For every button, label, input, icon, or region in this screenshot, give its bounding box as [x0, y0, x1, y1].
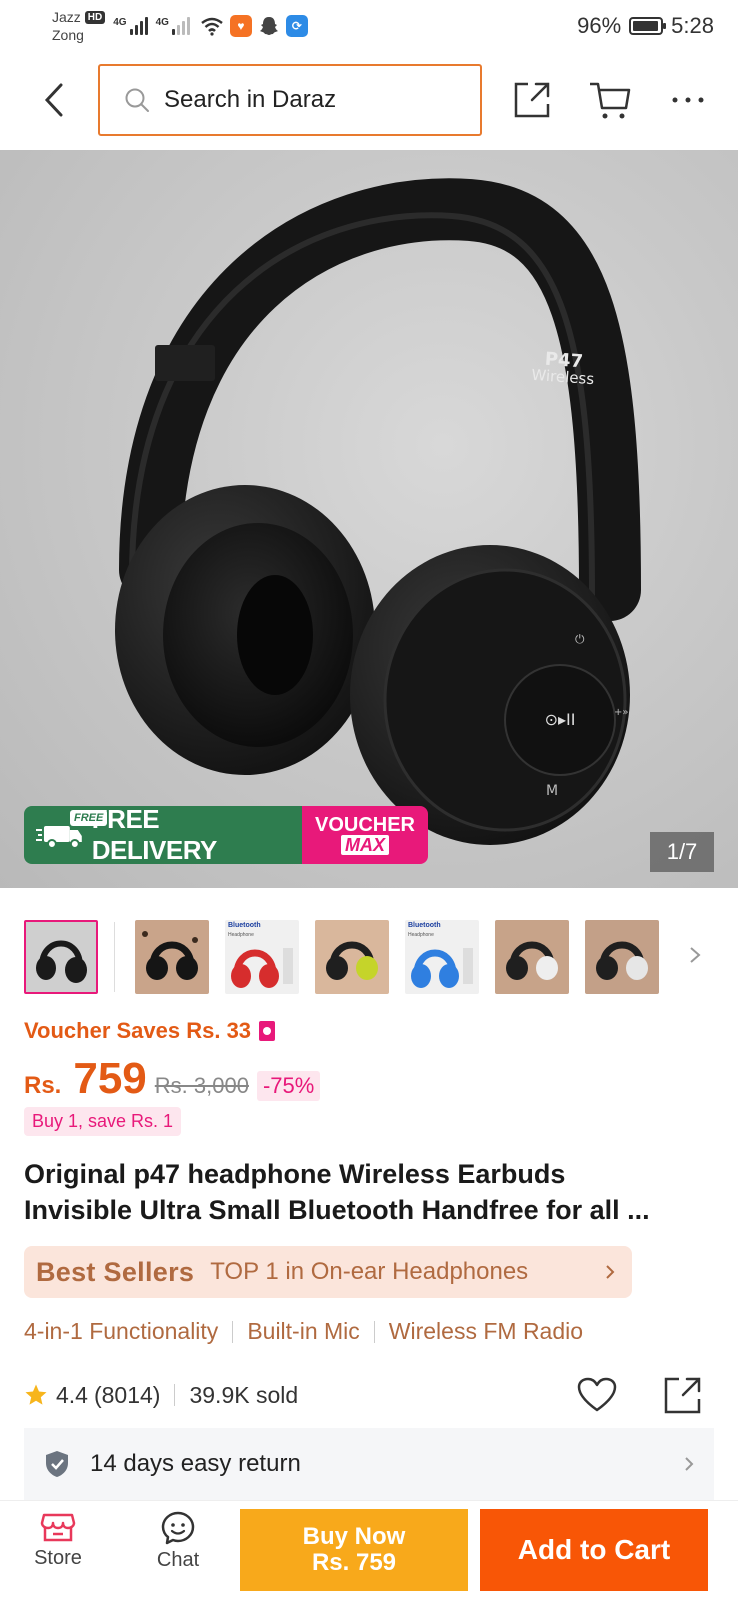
rating-row: 4.4 (8014) 39.9K sold	[24, 1374, 714, 1416]
thumbnail[interactable]: Bluetooth Headphone	[405, 920, 479, 994]
svg-text:⏻: ⏻	[575, 632, 585, 646]
battery-icon	[629, 17, 667, 35]
thumbnail[interactable]	[585, 920, 659, 994]
share-icon	[664, 1377, 701, 1414]
chat-icon	[161, 1511, 195, 1545]
free-delivery-text: FREE DELIVERY	[91, 806, 218, 864]
add-to-cart-button[interactable]: Add to Cart	[480, 1509, 708, 1591]
thumbnail-strip: Bluetooth Headphone Bluetooth Headphone	[24, 918, 714, 996]
headphone-image: ⊙▸II M ⏻ +»	[115, 178, 641, 845]
more-button[interactable]	[664, 76, 712, 124]
buy-now-price: Rs. 759	[311, 1549, 397, 1576]
free-delivery-badge: FREE FREE DELIVERY	[24, 806, 302, 864]
store-label: Store	[34, 1547, 82, 1569]
delivery-voucher-banner: FREE FREE DELIVERY VOUCHER MAX	[24, 806, 428, 864]
discount-badge: -75%	[256, 1071, 321, 1101]
daraz-app-icon: ♥	[229, 15, 252, 37]
back-button[interactable]	[34, 80, 74, 120]
price-currency: Rs.	[24, 1072, 62, 1099]
svg-text:+»: +»	[614, 707, 629, 718]
feature-item: Wireless FM Radio	[388, 1318, 584, 1344]
product-image-carousel[interactable]: ⊙▸II M ⏻ +» P47 Wireless FREE FREE DELIV…	[0, 150, 738, 888]
snapchat-icon	[259, 17, 278, 35]
search-icon	[125, 88, 149, 112]
wishlist-button[interactable]	[576, 1374, 618, 1416]
best-sellers-label: Best Sellers	[36, 1256, 195, 1287]
status-bar: Jazz HD Zong 4G 4G ♥ ⟳ 96% 5:28	[0, 0, 738, 52]
search-input[interactable]: Search in Daraz	[98, 64, 482, 136]
search-placeholder: Search in Daraz	[164, 86, 337, 113]
current-price: 759	[73, 1054, 147, 1103]
more-icon	[672, 97, 704, 103]
cart-icon	[590, 82, 631, 119]
share-button[interactable]	[508, 76, 556, 124]
signal-icon-1: 4G	[113, 17, 148, 35]
clock: 5:28	[671, 13, 714, 38]
store-button[interactable]: Store	[30, 1511, 86, 1570]
chevron-right-icon	[690, 947, 701, 963]
chevron-right-icon	[685, 1457, 694, 1471]
price-row: Rs. 759 Rs. 3,000 -75%	[24, 1054, 321, 1104]
shield-icon	[46, 1451, 68, 1477]
hd-badge: HD	[84, 10, 106, 24]
bottom-action-bar: Store Chat Buy Now Rs. 759 Add to Cart	[0, 1500, 738, 1600]
thumbnail[interactable]	[315, 920, 389, 994]
thumbnail[interactable]	[495, 920, 569, 994]
image-counter: 1/7	[650, 832, 714, 872]
best-sellers-banner[interactable]: Best Sellers TOP 1 in On-ear Headphones	[24, 1246, 632, 1298]
share-icon	[514, 82, 550, 118]
original-price: Rs. 3,000	[154, 1073, 249, 1098]
voucher-max-badge: VOUCHER MAX	[302, 806, 428, 864]
battery-percent: 96%	[577, 13, 622, 38]
shareit-app-icon: ⟳	[285, 15, 308, 37]
thumbnail[interactable]	[24, 920, 98, 994]
svg-text:⊙▸II: ⊙▸II	[545, 710, 576, 729]
best-sellers-rank: TOP 1 in On-ear Headphones	[210, 1258, 529, 1285]
buy-save-badge: Buy 1, save Rs. 1	[24, 1107, 182, 1136]
svg-text:M: M	[546, 783, 558, 799]
top-header: Search in Daraz	[0, 58, 738, 140]
carrier-name-1: Jazz	[52, 9, 81, 25]
thumbnail[interactable]: Bluetooth Headphone	[225, 920, 299, 994]
carrier-info: Jazz HD Zong	[52, 8, 106, 44]
chevron-right-icon	[600, 1262, 620, 1282]
buy-now-button[interactable]: Buy Now Rs. 759	[240, 1509, 468, 1591]
chat-label: Chat	[156, 1549, 200, 1571]
cart-button[interactable]	[586, 76, 634, 124]
rating-count[interactable]: (8014)	[94, 1382, 160, 1409]
voucher-saves[interactable]: Voucher Saves Rs. 33	[24, 1018, 276, 1044]
wifi-icon	[201, 17, 223, 36]
feature-highlights: 4-in-1 Functionality Built-in Mic Wirele…	[24, 1318, 583, 1345]
star-icon	[25, 1384, 47, 1405]
chat-button[interactable]: Chat	[148, 1511, 208, 1572]
model-label: P47 Wireless	[530, 348, 595, 389]
thumbnails-next-button[interactable]	[680, 940, 710, 970]
return-policy-row[interactable]: 14 days easy return	[24, 1428, 714, 1500]
feature-item: Built-in Mic	[247, 1318, 360, 1344]
carrier-name-2: Zong	[52, 27, 84, 43]
voucher-saves-text: Voucher Saves Rs. 33	[24, 1018, 252, 1043]
rating-value[interactable]: 4.4	[56, 1382, 88, 1409]
signal-icon-2: 4G	[156, 17, 190, 35]
chevron-left-icon	[44, 83, 63, 117]
free-badge: FREE	[70, 810, 108, 826]
feature-item: 4-in-1 Functionality	[24, 1318, 219, 1344]
share-product-button[interactable]	[662, 1374, 704, 1416]
buy-now-label: Buy Now	[302, 1523, 406, 1550]
return-policy-text: 14 days easy return	[90, 1450, 301, 1477]
thumbnail[interactable]	[135, 920, 209, 994]
product-title: Original p47 headphone Wireless Earbuds …	[24, 1159, 650, 1225]
heart-icon	[577, 1377, 617, 1412]
store-icon	[40, 1513, 76, 1542]
sold-count: 39.9K sold	[189, 1381, 299, 1408]
voucher-tag-icon	[259, 1021, 276, 1041]
